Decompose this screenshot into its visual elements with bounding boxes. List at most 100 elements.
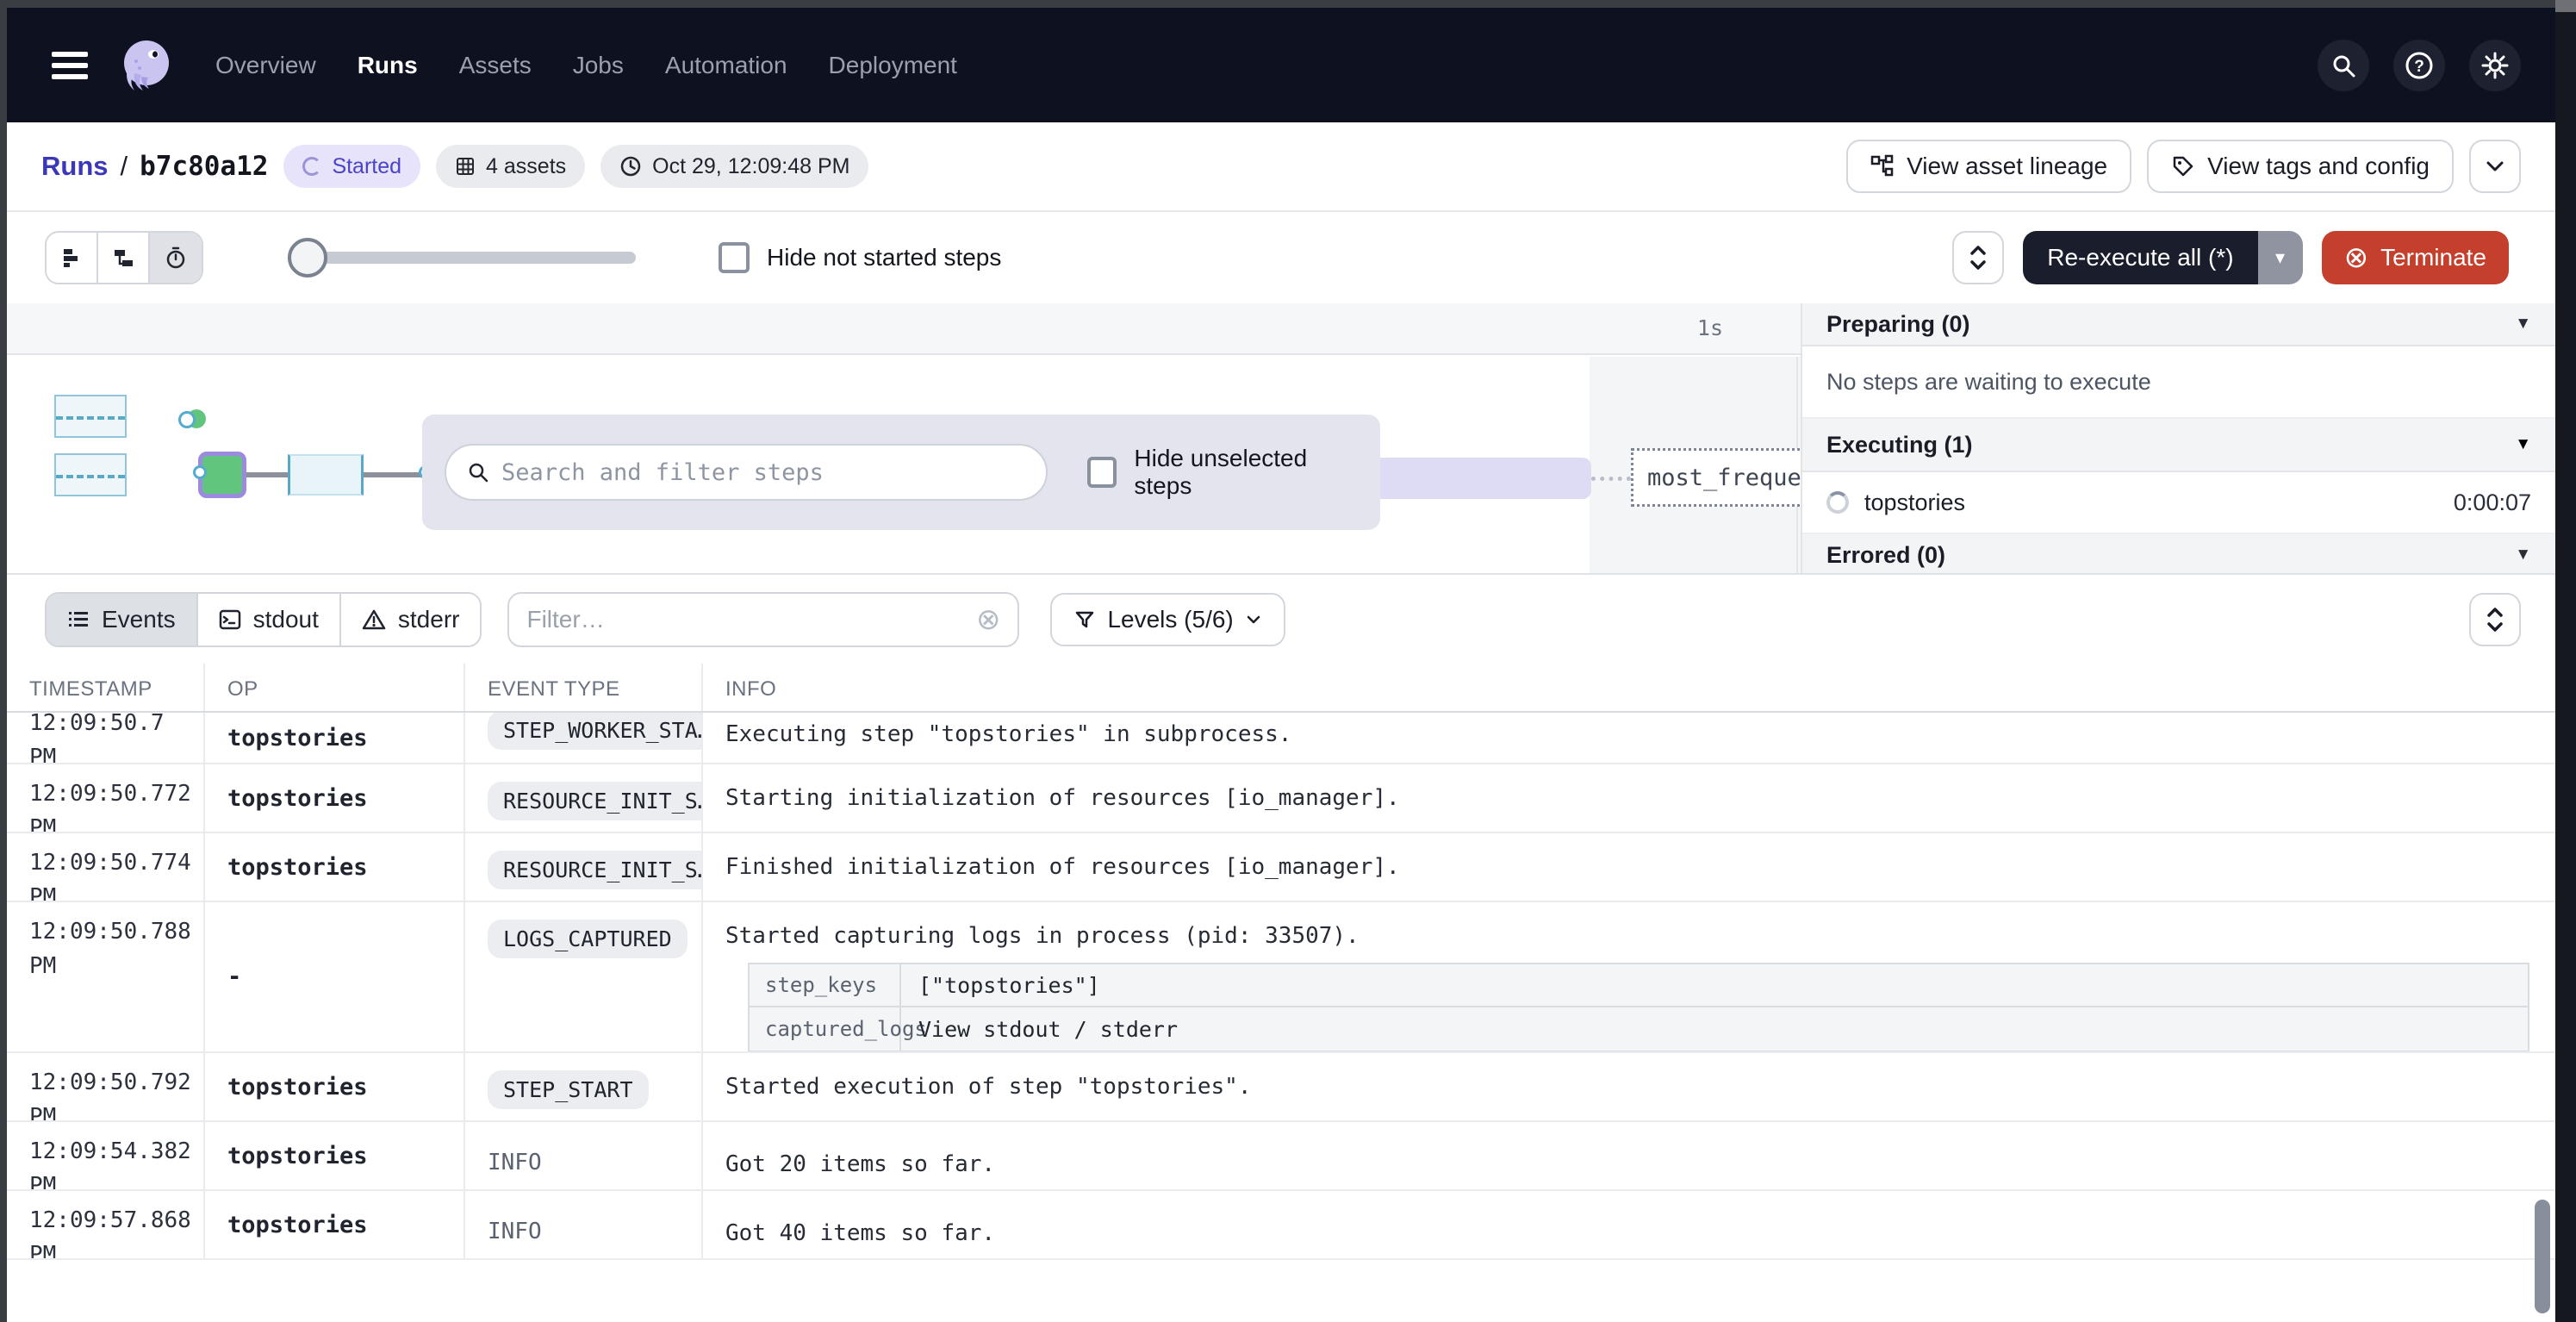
page-scrollbar[interactable] xyxy=(2555,0,2576,1322)
event-type-badge: STEP_WORKER_STA… xyxy=(488,713,703,750)
log-table-header: TIMESTAMP OP EVENT TYPE INFO xyxy=(7,664,2555,713)
assets-badge[interactable]: 4 assets xyxy=(436,145,585,188)
help-icon[interactable]: ? xyxy=(2393,40,2445,91)
tab-stdout[interactable]: stdout xyxy=(198,594,341,645)
step-bar-not-started-1[interactable] xyxy=(54,395,127,438)
nav-item-overview[interactable]: Overview xyxy=(215,52,316,79)
gantt-search-overlay: Hide unselected steps xyxy=(422,415,1380,530)
svg-text:?: ? xyxy=(2414,58,2424,76)
tab-stderr[interactable]: stderr xyxy=(341,594,481,645)
checkbox-icon[interactable] xyxy=(719,242,750,273)
lineage-icon xyxy=(1870,154,1895,178)
log-view-tabs: Events stdout stderr xyxy=(45,592,482,647)
nav-actions: ? xyxy=(2318,40,2521,91)
hovered-row-highlight xyxy=(1351,458,1591,499)
step-bar-not-started-2[interactable] xyxy=(54,453,127,496)
errored-section-header[interactable]: Errored (0) ▼ xyxy=(1802,534,2555,575)
log-row[interactable]: 12:09:50.7PM topstories STEP_WORKER_STA…… xyxy=(7,713,2555,764)
log-row[interactable]: 12:09:50.774PM topstories RESOURCE_INIT_… xyxy=(7,833,2555,902)
log-row[interactable]: 12:09:50.788PM - LOGS_CAPTURED Started c… xyxy=(7,902,2555,1053)
levels-dropdown[interactable]: Levels (5/6) xyxy=(1050,593,1285,646)
expand-log-button[interactable] xyxy=(2469,593,2521,646)
step-search-box[interactable] xyxy=(445,444,1048,501)
waterfall-view-icon xyxy=(112,246,134,269)
gantt-timeline-header: 1s xyxy=(7,303,1801,355)
terminate-icon: ⊗ xyxy=(2344,243,2369,272)
reexecute-dropdown-button[interactable]: ▾ xyxy=(2258,231,2303,284)
gantt-chart: 1s most_frequent Hid xyxy=(7,303,2555,575)
gantt-body: most_frequent Hide unselected steps xyxy=(7,357,1801,573)
timing-view-button[interactable] xyxy=(150,233,202,283)
elapsed-time: 0:00:07 xyxy=(2454,490,2531,516)
event-type-badge: RESOURCE_INIT_S… xyxy=(488,851,703,889)
collapse-icon: ▼ xyxy=(2515,435,2531,454)
flat-view-button[interactable] xyxy=(47,233,98,283)
terminate-button[interactable]: ⊗ Terminate xyxy=(2322,231,2509,284)
event-type-badge: STEP_START xyxy=(488,1070,649,1109)
preparing-section-header[interactable]: Preparing (0) ▼ xyxy=(1802,303,2555,346)
log-scrollbar-thumb[interactable] xyxy=(2535,1200,2550,1313)
more-actions-button[interactable] xyxy=(2469,140,2521,193)
collapse-icon: ▼ xyxy=(2515,315,2531,334)
executing-section-header[interactable]: Executing (1) ▼ xyxy=(1802,419,2555,472)
log-row[interactable]: 12:09:50.792PM topstories STEP_START Sta… xyxy=(7,1053,2555,1122)
hide-unselected-checkbox[interactable]: Hide unselected steps xyxy=(1087,445,1358,500)
warning-icon xyxy=(362,609,386,630)
metadata-row: step_keys ["topstories"] xyxy=(750,964,2528,1007)
nav-item-deployment[interactable]: Deployment xyxy=(829,52,957,79)
run-steps-panel: Preparing (0) ▼ No steps are waiting to … xyxy=(1801,303,2555,573)
step-search-input[interactable] xyxy=(501,459,1025,486)
status-badge[interactable]: Started xyxy=(283,145,420,188)
tab-events[interactable]: Events xyxy=(47,594,198,645)
grid-icon xyxy=(455,156,476,177)
events-toolbar: Events stdout stderr ⊗ Levels (5/6) xyxy=(7,575,2555,664)
event-metadata-table: step_keys ["topstories"] captured_logs V… xyxy=(748,963,2529,1051)
hamburger-menu-icon[interactable] xyxy=(52,52,88,79)
checkbox-icon[interactable] xyxy=(1087,457,1117,488)
status-spinner-icon xyxy=(302,157,321,176)
log-row[interactable]: 12:09:54.382PM topstories INFO Got 20 it… xyxy=(7,1122,2555,1191)
page-scrollbar-cap xyxy=(2555,0,2576,12)
search-icon[interactable] xyxy=(2318,40,2369,91)
event-log-table: TIMESTAMP OP EVENT TYPE INFO 12:09:50.7P… xyxy=(7,664,2555,1322)
log-row[interactable]: 12:09:57.868PM topstories INFO Got 40 it… xyxy=(7,1191,2555,1260)
view-asset-lineage-button[interactable]: View asset lineage xyxy=(1846,140,2131,193)
dagster-logo[interactable] xyxy=(115,35,176,96)
flat-view-icon xyxy=(60,246,83,269)
nav-item-automation[interactable]: Automation xyxy=(665,52,787,79)
zoom-slider-handle[interactable] xyxy=(288,238,327,277)
view-stdout-stderr-link[interactable]: View stdout / stderr xyxy=(901,1007,2528,1051)
app-window: Overview Runs Assets Jobs Automation Dep… xyxy=(7,8,2555,1322)
col-header-timestamp: TIMESTAMP xyxy=(7,664,205,711)
filter-funnel-icon xyxy=(1074,609,1095,630)
log-filter-box[interactable]: ⊗ xyxy=(507,592,1019,647)
clock-icon xyxy=(619,155,642,178)
log-filter-input[interactable] xyxy=(526,606,976,633)
log-row[interactable]: 12:09:50.772PM topstories RESOURCE_INIT_… xyxy=(7,764,2555,833)
executing-step-row[interactable]: topstories 0:00:07 xyxy=(1802,472,2555,534)
nav-item-jobs[interactable]: Jobs xyxy=(573,52,624,79)
fit-view-button[interactable] xyxy=(1952,231,2004,284)
zoom-slider[interactable] xyxy=(291,252,636,264)
clear-filter-icon[interactable]: ⊗ xyxy=(976,605,1001,634)
gear-icon[interactable] xyxy=(2469,40,2521,91)
up-down-chevrons-icon xyxy=(1969,245,1988,271)
terminal-icon xyxy=(219,609,241,630)
step-bar-most-frequent[interactable]: most_frequent xyxy=(1631,448,1812,507)
event-type-badge: LOGS_CAPTURED xyxy=(488,920,688,958)
waterfall-view-button[interactable] xyxy=(98,233,150,283)
step-bar-running[interactable] xyxy=(288,454,364,496)
event-type-label: INFO xyxy=(488,1219,542,1244)
event-type-badge: RESOURCE_INIT_S… xyxy=(488,782,703,820)
step-marker-dot[interactable] xyxy=(187,409,206,428)
top-nav: Overview Runs Assets Jobs Automation Dep… xyxy=(7,8,2555,122)
breadcrumb-runs-link[interactable]: Runs xyxy=(41,151,109,182)
reexecute-all-button[interactable]: Re-execute all (*) xyxy=(2023,231,2257,284)
nav-item-assets[interactable]: Assets xyxy=(459,52,532,79)
view-tags-config-button[interactable]: View tags and config xyxy=(2147,140,2454,193)
nav-item-runs[interactable]: Runs xyxy=(358,52,418,79)
col-header-op: OP xyxy=(205,664,465,711)
chevron-down-icon xyxy=(1246,614,1261,625)
hide-not-started-checkbox[interactable]: Hide not started steps xyxy=(719,242,1001,273)
tag-icon xyxy=(2171,154,2195,178)
